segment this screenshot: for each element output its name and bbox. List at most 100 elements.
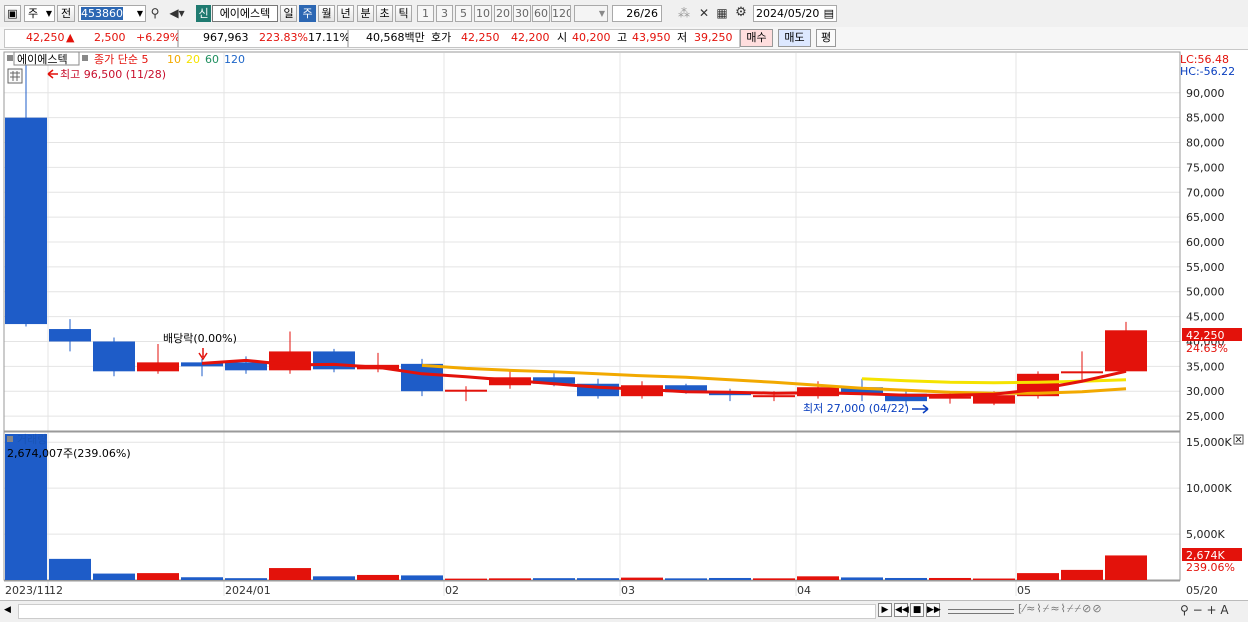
crosshair-icon[interactable]: ✕ bbox=[696, 5, 712, 22]
custom-interval-select[interactable]: ▼ bbox=[574, 5, 608, 22]
low-label: 저 bbox=[677, 31, 688, 44]
period-tick[interactable]: 틱 bbox=[395, 5, 412, 22]
volume-bar bbox=[533, 578, 575, 580]
volume-bar bbox=[577, 578, 619, 580]
ask-label: 호가 bbox=[431, 31, 452, 44]
search-icon[interactable]: ⚲ bbox=[148, 5, 162, 22]
volume-bar bbox=[929, 577, 971, 580]
high-label: 고 bbox=[617, 31, 628, 44]
prev-button[interactable]: 전 bbox=[57, 5, 75, 22]
candles bbox=[5, 60, 1147, 407]
period-day[interactable]: 일 bbox=[280, 5, 297, 22]
dividend-annotation: 배당락(0.00%) bbox=[163, 332, 237, 345]
price-tick-label: 30,000 bbox=[1186, 385, 1225, 398]
interval-20[interactable]: 20 bbox=[494, 5, 512, 22]
price-tick-label: 45,000 bbox=[1186, 311, 1225, 324]
legend-ma20: 20 bbox=[186, 53, 200, 66]
candle-body bbox=[401, 363, 443, 392]
dividend-arrow-icon bbox=[198, 348, 208, 361]
link-icon[interactable]: ⁂ bbox=[676, 5, 692, 22]
zoom-controls-icon[interactable]: ⚲ − + A bbox=[1180, 603, 1229, 617]
volume-bar bbox=[269, 568, 311, 580]
speaker-icon[interactable]: ◀▾ bbox=[166, 5, 188, 22]
price-change-pct: +6.29% bbox=[136, 31, 181, 44]
high-annotation: 최고 96,500 (11/28) bbox=[60, 68, 166, 81]
buy-button[interactable]: 매수 bbox=[740, 29, 773, 47]
date-value: 2024/05/20 bbox=[756, 7, 820, 20]
volume-bars bbox=[5, 434, 1147, 580]
interval-3[interactable]: 3 bbox=[436, 5, 453, 22]
interval-30[interactable]: 30 bbox=[513, 5, 531, 22]
sell-button[interactable]: 매도 bbox=[778, 29, 811, 47]
candle-body bbox=[225, 362, 267, 371]
current-price-label: 42,250 bbox=[1186, 329, 1225, 342]
volume-bar bbox=[665, 578, 707, 580]
code-input[interactable]: 453860 ▼ bbox=[78, 5, 146, 22]
drawing-tools-icon[interactable]: ⁅⁄≈⌇⌿≈⌇⌿⌿⊘⊘ bbox=[1018, 602, 1103, 616]
turnover: 17.11% bbox=[308, 31, 350, 44]
volume-bar bbox=[1017, 573, 1059, 580]
interval-5[interactable]: 5 bbox=[455, 5, 472, 22]
interval-60[interactable]: 60 bbox=[532, 5, 550, 22]
price-tick-label: 50,000 bbox=[1186, 286, 1225, 299]
scroll-left-icon[interactable]: ◀ bbox=[4, 605, 11, 615]
candle-body bbox=[49, 329, 91, 342]
volume-bar bbox=[137, 573, 179, 580]
count-total: /26 bbox=[640, 7, 658, 20]
high-arrow-icon bbox=[47, 69, 58, 79]
legend-toggle-icon[interactable] bbox=[82, 55, 88, 61]
time-tick-label: 02 bbox=[445, 584, 459, 597]
period-second[interactable]: 초 bbox=[376, 5, 393, 22]
interval-10[interactable]: 10 bbox=[474, 5, 492, 22]
rewind-icon[interactable]: ◀◀ bbox=[894, 603, 909, 617]
new-badge: 신 bbox=[196, 5, 211, 22]
panel-toggle-icon[interactable] bbox=[7, 55, 13, 61]
period-month[interactable]: 월 bbox=[318, 5, 335, 22]
price-tick-label: 85,000 bbox=[1186, 112, 1225, 125]
market-label: 주 bbox=[28, 7, 39, 20]
candle-body bbox=[1105, 330, 1147, 372]
price-tick-label: 70,000 bbox=[1186, 186, 1225, 199]
window-icon[interactable]: ▣ bbox=[4, 5, 21, 22]
interval-1[interactable]: 1 bbox=[417, 5, 434, 22]
scroll-right-icon[interactable]: ▶ bbox=[878, 603, 892, 617]
candle-body bbox=[753, 395, 795, 398]
volume-bar bbox=[181, 577, 223, 580]
stock-name[interactable]: 에이에스텍 bbox=[212, 5, 278, 22]
current-price: 42,250 bbox=[26, 31, 65, 44]
volume-bar bbox=[357, 574, 399, 580]
horizontal-scrollbar[interactable] bbox=[18, 604, 876, 619]
gear-icon[interactable]: ⚙ bbox=[733, 5, 749, 22]
price-tick-label: 35,000 bbox=[1186, 360, 1225, 373]
stop-icon[interactable]: ■ bbox=[910, 603, 924, 617]
volume-tick-label: 5,000K bbox=[1186, 528, 1225, 541]
candle-body bbox=[1061, 371, 1103, 374]
volume-axis: 15,000K 10,000K 5,000K bbox=[1186, 436, 1232, 541]
date-field[interactable]: 2024/05/20 ▤ bbox=[753, 5, 837, 22]
interval-120[interactable]: 120 bbox=[551, 5, 571, 22]
volume-bar bbox=[797, 576, 839, 580]
save-icon[interactable]: ▦ bbox=[714, 5, 730, 22]
price-change: 2,500 bbox=[94, 31, 126, 44]
period-minute[interactable]: 분 bbox=[357, 5, 374, 22]
avg-button[interactable]: 평 bbox=[816, 29, 836, 47]
hc-label: HC:-56.22 bbox=[1180, 65, 1235, 78]
price-axis: 90,000 85,000 80,000 75,000 70,000 65,000 60,0… bbox=[1186, 87, 1225, 423]
calendar-icon[interactable] bbox=[7, 68, 23, 84]
time-tick-label: 05 bbox=[1017, 584, 1031, 597]
market-select[interactable]: 주 ▼ bbox=[24, 5, 55, 22]
chart-grid bbox=[4, 53, 1180, 596]
moving-averages bbox=[201, 358, 1127, 397]
volume-bar bbox=[1105, 555, 1147, 580]
count-field[interactable]: 26/26 bbox=[612, 5, 662, 22]
zoom-slider[interactable] bbox=[948, 609, 1014, 614]
period-year[interactable]: 년 bbox=[337, 5, 354, 22]
legend-ma120: 120 bbox=[224, 53, 245, 66]
period-week[interactable]: 주 bbox=[299, 5, 316, 22]
fast-forward-icon[interactable]: ▶▶ bbox=[926, 603, 941, 617]
price-tick-label: 80,000 bbox=[1186, 137, 1225, 150]
up-arrow-icon: ▲ bbox=[66, 31, 75, 44]
count-value: 26 bbox=[626, 7, 641, 20]
volume-toggle-icon[interactable] bbox=[7, 436, 13, 442]
volume-bar bbox=[225, 578, 267, 580]
